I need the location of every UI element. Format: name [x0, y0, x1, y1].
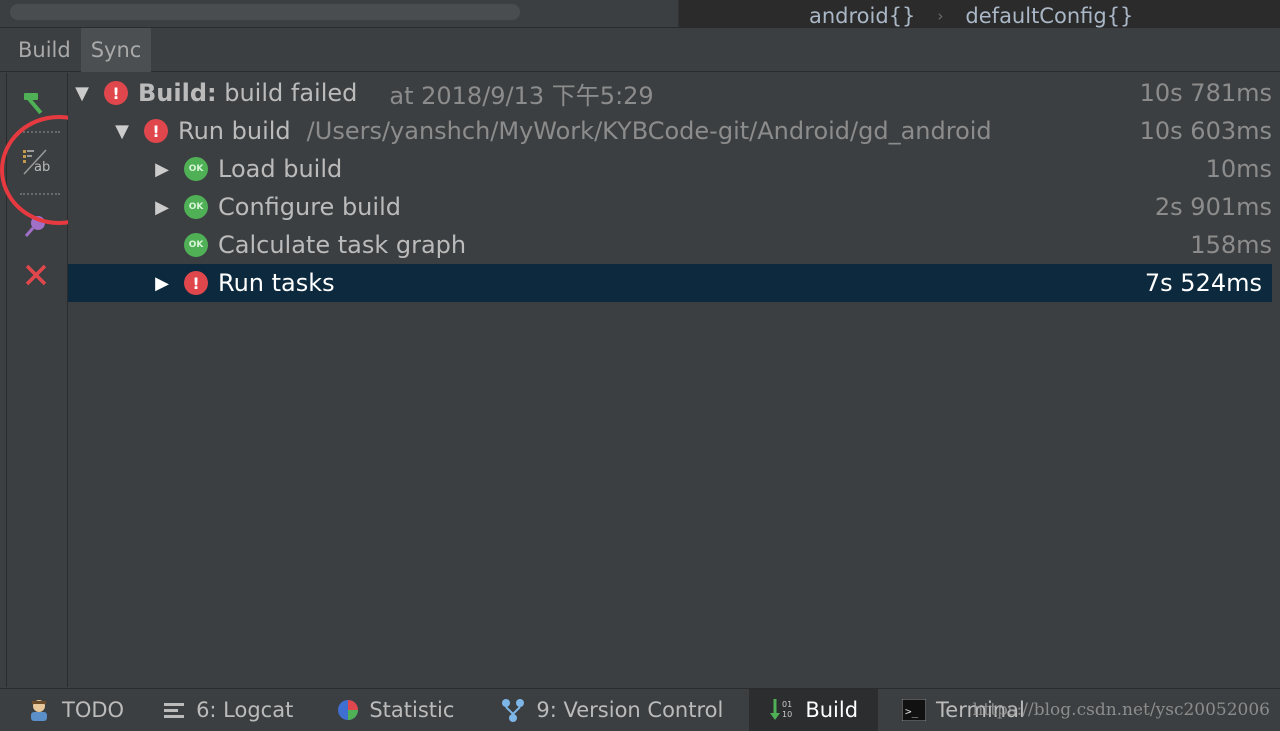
logcat-icon: [164, 701, 186, 719]
hammer-icon[interactable]: [16, 85, 56, 119]
editor-breadcrumb: android{} › defaultConfig{}: [678, 0, 1280, 27]
tab-sync[interactable]: Sync: [80, 27, 152, 72]
tool-window-label: 6: Logcat: [196, 698, 294, 722]
toolbar-separator: [20, 193, 60, 195]
horizontal-scrollbar[interactable]: [10, 4, 520, 20]
tool-window-label: 9: Version Control: [536, 698, 724, 722]
ok-icon: OK: [184, 195, 208, 219]
build-duration: 10s 781ms: [1139, 79, 1272, 107]
tree-row-configure-build[interactable]: ▶ OK Configure build 2s 901ms: [68, 188, 1272, 226]
tree-row-calculate-task-graph[interactable]: OK Calculate task graph 158ms: [68, 226, 1272, 264]
build-output-tree: ▼ ! Build: build failed at 2018/9/13 下午5…: [68, 73, 1280, 687]
configure-build-duration: 2s 901ms: [1154, 193, 1272, 221]
tool-window-statistic[interactable]: Statistic: [305, 689, 466, 731]
run-tasks-duration: 7s 524ms: [1144, 269, 1262, 297]
tool-window-label: TODO: [62, 698, 125, 722]
tool-window-logcat[interactable]: 6: Logcat: [136, 689, 305, 731]
tree-row-run-build[interactable]: ▼ ! Run build /Users/yanshch/MyWork/KYBC…: [68, 112, 1272, 150]
build-timestamp: at 2018/9/13 下午5:29: [389, 81, 654, 110]
chevron-right-icon[interactable]: ▶: [152, 159, 172, 180]
top-strip: android{} › defaultConfig{}: [0, 0, 1280, 28]
terminal-icon: >_: [902, 699, 927, 721]
toolbar-divider: [6, 73, 7, 687]
load-build-duration: 10ms: [1205, 155, 1272, 183]
svg-text:ab: ab: [34, 160, 50, 175]
chevron-right-icon[interactable]: ▶: [152, 197, 172, 218]
breadcrumb-separator: ›: [937, 7, 944, 25]
chevron-down-icon[interactable]: ▼: [112, 121, 132, 142]
svg-text:01: 01: [782, 700, 792, 709]
tool-window-todo[interactable]: TODO: [0, 689, 136, 731]
build-left-toolbar: ab: [0, 73, 68, 687]
tree-row-label: Run tasks: [218, 269, 335, 297]
chevron-right-icon[interactable]: ▶: [152, 273, 172, 294]
ok-icon: OK: [184, 157, 208, 181]
toggle-view-icon[interactable]: ab: [16, 145, 56, 179]
tool-window-build[interactable]: 01 10 Build: [749, 688, 879, 731]
tool-window-label: Statistic: [369, 698, 455, 722]
build-view-tabs: Build Sync: [0, 27, 1280, 72]
tree-row-load-build[interactable]: ▶ OK Load build 10ms: [68, 150, 1272, 188]
tree-row-label: Load build: [218, 155, 343, 183]
build-icon: 01 10: [769, 697, 795, 723]
watermark: https://blog.csdn.net/ysc20052006: [972, 700, 1270, 720]
calculate-task-graph-duration: 158ms: [1190, 231, 1272, 259]
tab-build[interactable]: Build: [8, 28, 81, 72]
tool-window-version-control[interactable]: 9: Version Control: [466, 689, 735, 731]
ok-icon: OK: [184, 233, 208, 257]
svg-text:>_: >_: [905, 705, 919, 718]
svg-text:10: 10: [782, 710, 792, 719]
breadcrumb-android[interactable]: android{}: [809, 5, 915, 27]
toolbar-separator: [20, 131, 60, 133]
tree-row-label: build failed: [216, 79, 358, 107]
statistic-icon: [337, 699, 359, 721]
error-icon: !: [184, 271, 208, 295]
tree-row-label: Configure build: [218, 193, 401, 221]
tree-row-label-prefix: Build:: [138, 79, 217, 107]
tree-row-run-tasks[interactable]: ▶ ! Run tasks 7s 524ms: [68, 264, 1272, 302]
tree-row-label: Calculate task graph: [218, 231, 467, 259]
close-icon[interactable]: [16, 258, 56, 292]
todo-icon: [26, 697, 52, 723]
error-icon: !: [144, 119, 168, 143]
tree-row-build[interactable]: ▼ ! Build: build failed at 2018/9/13 下午5…: [68, 74, 1272, 112]
tree-row-label: Run build: [178, 117, 291, 145]
version-control-icon: [500, 697, 526, 723]
project-path: /Users/yanshch/MyWork/KYBCode-git/Androi…: [306, 117, 992, 145]
pin-icon[interactable]: [16, 209, 56, 243]
run-build-duration: 10s 603ms: [1139, 117, 1272, 145]
tool-window-label: Build: [805, 698, 859, 722]
breadcrumb-defaultconfig[interactable]: defaultConfig{}: [965, 5, 1133, 27]
chevron-down-icon[interactable]: ▼: [72, 83, 92, 104]
error-icon: !: [104, 81, 128, 105]
